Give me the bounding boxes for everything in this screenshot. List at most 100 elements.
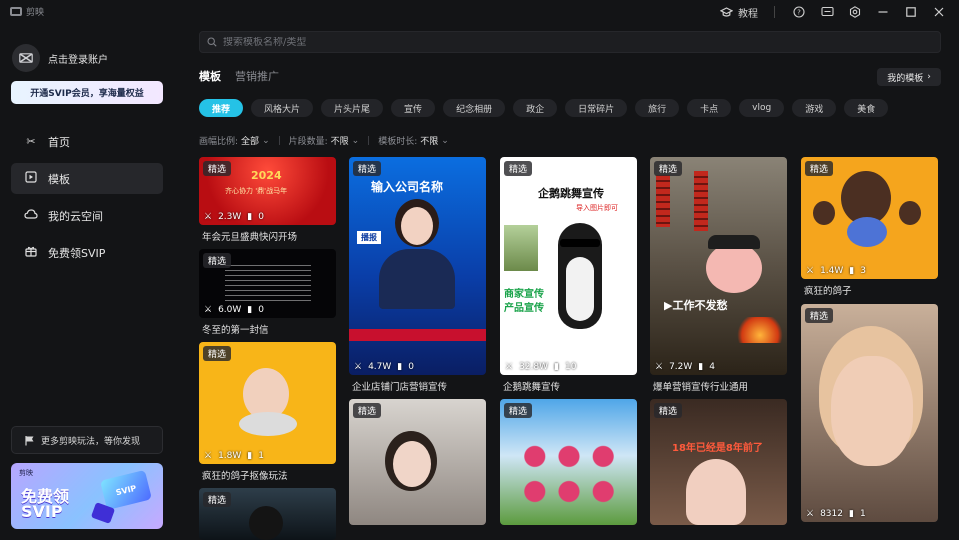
chip-intro-outro[interactable]: 片头片尾	[321, 99, 384, 117]
promo-logo: 剪映	[19, 469, 33, 477]
chip-travel[interactable]: 旅行	[635, 99, 680, 117]
gear-icon	[849, 6, 861, 18]
template-title[interactable]: 企业店铺门店营销宣传	[352, 379, 447, 393]
flag-icon	[25, 435, 34, 445]
featured-badge: 精选	[203, 253, 232, 268]
thumb-tag: 播报	[357, 231, 381, 244]
capcut-avatar-icon	[19, 53, 33, 63]
login-label: 点击登录账户	[48, 54, 108, 66]
template-card[interactable]: 企鹅跳舞宣传 导入图片即可 商家宣传 产品宣传 精选 ⚔ 32.8W ▮ 10	[500, 157, 637, 375]
sidebar-item-templates[interactable]: 模板	[11, 163, 163, 194]
chip-daily[interactable]: 日常碎片	[565, 99, 628, 117]
tab-templates[interactable]: 模板	[199, 68, 221, 84]
template-card[interactable]: 精选 ⚔ 1.4W ▮ 3	[801, 157, 938, 279]
cloud-icon-shape	[24, 209, 38, 219]
clips-icon: ▮	[698, 362, 704, 372]
template-card[interactable]: 精选 ⚔ 8312 ▮ 1	[801, 304, 938, 522]
clip-count: 1	[258, 451, 264, 461]
tab-marketing[interactable]: 营销推广	[235, 68, 279, 84]
chip-beat[interactable]: 卡点	[687, 99, 732, 117]
clips-icon: ▮	[247, 305, 253, 315]
clip-count: 4	[709, 362, 715, 372]
template-card[interactable]: 精选 ⚔ 1.8W ▮ 1	[199, 342, 336, 464]
template-card[interactable]: 18年已经是8年前了 精选	[650, 399, 787, 525]
letter-text-lines	[225, 265, 311, 301]
svip-card-graphic: SVIP	[100, 469, 152, 511]
sidebar-item-home[interactable]: ✂ 首页	[11, 126, 163, 157]
app-window: 剪映 教程 ? 点击登录账户 开通SVIP会员，享海量权益 ✂ 首页 模板 我的…	[0, 0, 959, 540]
discover-tips-label: 更多剪映玩法，等你发现	[41, 436, 141, 447]
discover-tips-button[interactable]: 更多剪映玩法，等你发现	[11, 426, 163, 454]
pig-face-graphic	[706, 243, 762, 293]
maximize-icon	[906, 7, 916, 17]
usage-count: 6.0W	[218, 305, 242, 315]
login-account-button[interactable]: 点击登录账户	[12, 44, 108, 72]
chip-style[interactable]: 风格大片	[251, 99, 314, 117]
template-stats: ⚔ 6.0W ▮ 0	[204, 305, 264, 315]
anchor-suit-graphic	[379, 249, 455, 309]
template-title[interactable]: 疯狂的鸽子抠像玩法	[202, 468, 288, 482]
template-card[interactable]: 精选	[500, 399, 637, 525]
template-title[interactable]: 企鹅跳舞宣传	[503, 379, 560, 393]
titlebar-divider	[774, 6, 775, 18]
clips-icon: ▮	[247, 212, 253, 222]
template-stats: ⚔ 8312 ▮ 1	[806, 509, 866, 519]
template-title[interactable]: 爆单营销宣传行业通用	[653, 379, 748, 393]
fire-graphic	[736, 317, 784, 343]
promo-title-line2: SVIP	[21, 502, 63, 521]
template-stats: ⚔ 4.7W ▮ 0	[354, 362, 414, 372]
chip-recommended[interactable]: 推荐	[199, 99, 244, 117]
chip-gov[interactable]: 政企	[513, 99, 558, 117]
settings-button[interactable]	[841, 3, 869, 21]
filter-value: 不限	[420, 137, 439, 147]
chip-vlog[interactable]: vlog	[739, 99, 785, 117]
chip-promo[interactable]: 宣传	[391, 99, 436, 117]
feedback-button[interactable]	[813, 3, 841, 21]
avatar	[12, 44, 40, 72]
chip-food[interactable]: 美食	[844, 99, 889, 117]
clips-icon: ▮	[247, 451, 253, 461]
filter-duration[interactable]: 模板时长: 不限 ⌄	[378, 134, 449, 148]
close-button[interactable]	[925, 3, 953, 21]
help-button[interactable]: ?	[785, 3, 813, 21]
featured-badge: 精选	[203, 161, 232, 176]
template-card[interactable]: 2024 齐心协力 '鼎'战马年 精选 ⚔ 2.3W ▮ 0	[199, 157, 336, 225]
sidebar-item-label: 首页	[48, 135, 70, 149]
svip-banner-button[interactable]: 开通SVIP会员，享海量权益	[11, 81, 163, 104]
chip-game[interactable]: 游戏	[792, 99, 837, 117]
cloud-icon	[24, 209, 38, 222]
sidebar-item-free-svip[interactable]: 免费领SVIP	[11, 237, 163, 268]
chip-album[interactable]: 纪念相册	[443, 99, 506, 117]
template-title[interactable]: 年会元旦盛典快闪开场	[202, 229, 297, 243]
my-templates-label: 我的模板	[887, 73, 924, 84]
tutorial-button[interactable]: 教程	[720, 5, 758, 20]
clip-count: 0	[258, 305, 264, 315]
template-card[interactable]: 精选 ⚔ 6.0W ▮ 0	[199, 249, 336, 318]
featured-badge: 精选	[805, 308, 834, 323]
free-svip-promo-banner[interactable]: 剪映 免费领 SVIP SVIP	[11, 463, 163, 529]
clips-icon: ▮	[397, 362, 403, 372]
category-chips: 推荐 风格大片 片头片尾 宣传 纪念相册 政企 日常碎片 旅行 卡点 vlog …	[199, 99, 889, 117]
main-tabs: 模板 营销推广	[199, 68, 279, 84]
template-card[interactable]: 输入公司名称 播报 精选 ⚔ 4.7W ▮ 0	[349, 157, 486, 375]
clips-icon: ▮	[848, 509, 854, 519]
gift-icon	[24, 245, 38, 260]
news-ticker-graphic	[349, 329, 486, 341]
template-title[interactable]: 疯狂的鸽子	[804, 283, 852, 297]
sidebar-item-cloud[interactable]: 我的云空间	[11, 200, 163, 231]
clip-count: 0	[258, 212, 264, 222]
minimize-button[interactable]	[869, 3, 897, 21]
template-card[interactable]: 精选	[199, 488, 336, 540]
filter-aspect-ratio[interactable]: 画幅比例: 全部 ⌄	[199, 134, 270, 148]
maximize-button[interactable]	[897, 3, 925, 21]
chevron-down-icon: ⌄	[351, 135, 360, 146]
search-input[interactable]	[223, 36, 923, 48]
scissors-icon: ✂	[26, 135, 36, 148]
pigeon-body-graphic	[239, 412, 297, 436]
template-card[interactable]: 精选	[349, 399, 486, 525]
search-bar[interactable]	[199, 31, 941, 53]
template-title[interactable]: 冬至的第一封信	[202, 322, 269, 336]
my-templates-button[interactable]: 我的模板 ›	[877, 68, 941, 86]
template-card[interactable]: ▶工作不发愁 精选 ⚔ 7.2W ▮ 4	[650, 157, 787, 375]
filter-clip-count[interactable]: 片段数量: 不限 ⌄	[289, 134, 360, 148]
